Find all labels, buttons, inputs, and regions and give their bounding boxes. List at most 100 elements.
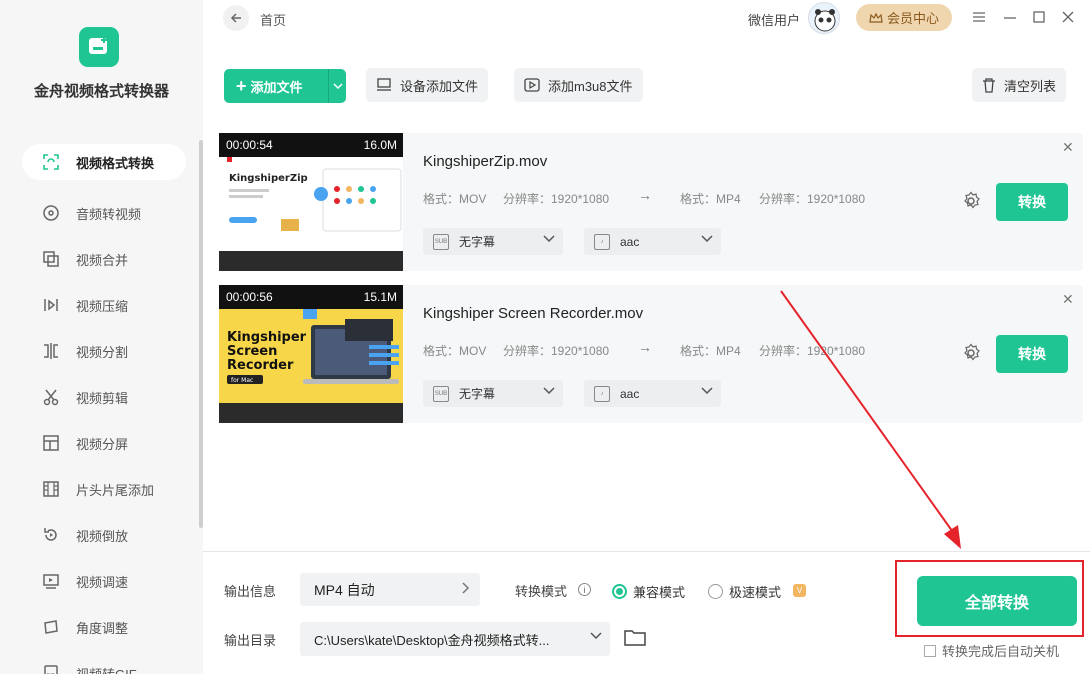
output-format-value: MP4 自动 [314, 581, 375, 598]
audio-track-icon: ♪ [594, 385, 610, 402]
sidebar: 金舟视频格式转换器 视频格式转换 音频转视频 视频合并 视频压缩 视频分割 视频… [0, 0, 203, 674]
sidebar-item-edit[interactable]: 视频剪辑 [22, 374, 182, 420]
thumb-subtitle: for Mac [231, 377, 253, 384]
sidebar-item-split[interactable]: 视频分割 [22, 328, 182, 374]
trash-icon [983, 77, 995, 93]
thumb-info-bar: 00:00:54 16.0M [219, 133, 403, 157]
sidebar-nav: 视频格式转换 音频转视频 视频合并 视频压缩 视频分割 视频剪辑 视频分屏 片头… [22, 144, 186, 674]
video-card-icon [89, 37, 107, 54]
chevron-down-icon [543, 235, 555, 243]
output-format-select[interactable]: MP4 自动 [300, 573, 480, 606]
mode-fast-label: 极速模式 [729, 585, 782, 600]
convert-button[interactable]: 转换 [996, 183, 1068, 221]
audio-value: aac [620, 234, 640, 249]
audio-select[interactable]: ♪ aac [584, 380, 721, 407]
sidebar-item-split-screen[interactable]: 视频分屏 [22, 420, 182, 466]
sidebar-item-label: 片头片尾添加 [76, 482, 155, 498]
video-duration: 00:00:54 [226, 138, 273, 152]
radio-unchecked-icon [708, 584, 723, 599]
file-name: KingshiperZip.mov [423, 153, 548, 170]
arrow-right-icon: → [638, 339, 652, 355]
settings-gear-icon[interactable] [961, 191, 981, 211]
settings-gear-icon[interactable] [961, 343, 981, 363]
clear-list-label: 清空列表 [1004, 78, 1057, 94]
sidebar-item-label: 视频压缩 [76, 298, 129, 314]
auto-shutdown-checkbox[interactable]: 转换完成后自动关机 [924, 641, 1059, 660]
add-m3u8-button[interactable]: 添加m3u8文件 [514, 68, 643, 102]
rewind-icon [40, 524, 62, 546]
scissors-icon [40, 386, 62, 408]
sidebar-item-gif[interactable]: GIF 视频转GIF [22, 650, 182, 674]
sidebar-item-rotate[interactable]: 角度调整 [22, 604, 182, 650]
split-screen-icon [40, 432, 62, 454]
add-file-button[interactable]: + 添加文件 [224, 69, 346, 103]
mode-fast-radio[interactable]: 极速模式 [708, 582, 781, 601]
video-thumbnail[interactable]: Kingshiper Screen Recorder for Mac 00:00… [219, 285, 403, 423]
subtitle-icon: SUB [433, 233, 449, 250]
sidebar-item-speed[interactable]: 视频调速 [22, 558, 182, 604]
device-icon [377, 78, 391, 91]
sidebar-item-label: 视频调速 [76, 574, 129, 590]
close-icon[interactable] [1059, 8, 1077, 26]
minimize-icon[interactable] [1001, 8, 1019, 26]
subtitle-select[interactable]: SUB 无字幕 [423, 228, 563, 255]
video-thumbnail[interactable]: KingshiperZip 00:00:54 16.0M [219, 133, 403, 271]
target-format: 格式：MP4 [680, 192, 741, 206]
maximize-icon[interactable] [1030, 8, 1048, 26]
chevron-down-icon [590, 632, 602, 640]
back-button[interactable] [223, 5, 249, 31]
subtitle-icon: SUB [433, 385, 449, 402]
convert-button[interactable]: 转换 [996, 335, 1068, 373]
source-resolution: 分辨率：1920*1080 [503, 344, 610, 358]
add-m3u8-label: 添加m3u8文件 [548, 78, 633, 94]
film-strip-icon [40, 478, 62, 500]
vip-center-label: 会员中心 [886, 11, 939, 26]
folder-icon[interactable] [624, 628, 646, 646]
info-icon[interactable]: i [578, 583, 591, 596]
breadcrumb[interactable]: 首页 [260, 10, 286, 29]
menu-icon[interactable] [970, 8, 988, 26]
split-icon [40, 340, 62, 362]
sidebar-item-audio-to-video[interactable]: 音频转视频 [22, 190, 182, 236]
chevron-down-icon [332, 83, 343, 89]
user-name[interactable]: 微信用户 [748, 10, 800, 29]
file-size: 16.0M [363, 138, 397, 152]
add-file-label: 添加文件 [250, 79, 303, 95]
radio-checked-icon [612, 584, 627, 599]
subtitle-select[interactable]: SUB 无字幕 [423, 380, 563, 407]
convert-mode-label: 转换模式 [515, 584, 568, 599]
sidebar-scrollbar[interactable] [199, 140, 203, 528]
play-box-icon [524, 78, 540, 92]
remove-file-icon[interactable]: ✕ [1062, 291, 1074, 308]
kingshiperzip-preview-image: KingshiperZip [219, 149, 403, 251]
add-file-dropdown[interactable] [328, 69, 346, 103]
sidebar-item-reverse[interactable]: 视频倒放 [22, 512, 182, 558]
svg-text:Screen: Screen [227, 344, 277, 359]
sidebar-item-video-convert[interactable]: 视频格式转换 [22, 144, 186, 180]
avatar[interactable] [808, 2, 840, 34]
target-format: 格式：MP4 [680, 344, 741, 358]
panda-avatar-icon [814, 9, 836, 32]
audio-disc-icon [40, 202, 62, 224]
output-dir-select[interactable]: C:\Users\kate\Desktop\金舟视频格式转... [300, 622, 610, 656]
rotate-icon [40, 616, 62, 638]
plus-icon: + [236, 76, 247, 96]
chevron-right-icon [462, 582, 470, 594]
arrow-left-icon [230, 13, 241, 23]
sidebar-item-compress[interactable]: 视频压缩 [22, 282, 182, 328]
mode-compat-radio[interactable]: 兼容模式 [612, 582, 685, 601]
file-card: Kingshiper Screen Recorder for Mac 00:00… [219, 285, 1083, 423]
clear-list-button[interactable]: 清空列表 [972, 68, 1067, 102]
vip-center-button[interactable]: 会员中心 [856, 4, 952, 31]
sidebar-item-label: 音频转视频 [76, 206, 142, 222]
sidebar-item-label: 视频分割 [76, 344, 129, 360]
device-add-button[interactable]: 设备添加文件 [366, 68, 489, 102]
file-size: 15.1M [363, 290, 397, 304]
sidebar-item-merge[interactable]: 视频合并 [22, 236, 182, 282]
source-resolution: 分辨率：1920*1080 [503, 192, 610, 206]
remove-file-icon[interactable]: ✕ [1062, 139, 1074, 156]
audio-select[interactable]: ♪ aac [584, 228, 721, 255]
sidebar-item-label: 视频合并 [76, 252, 129, 268]
auto-shutdown-label: 转换完成后自动关机 [942, 644, 1060, 659]
sidebar-item-intro-outro[interactable]: 片头片尾添加 [22, 466, 182, 512]
